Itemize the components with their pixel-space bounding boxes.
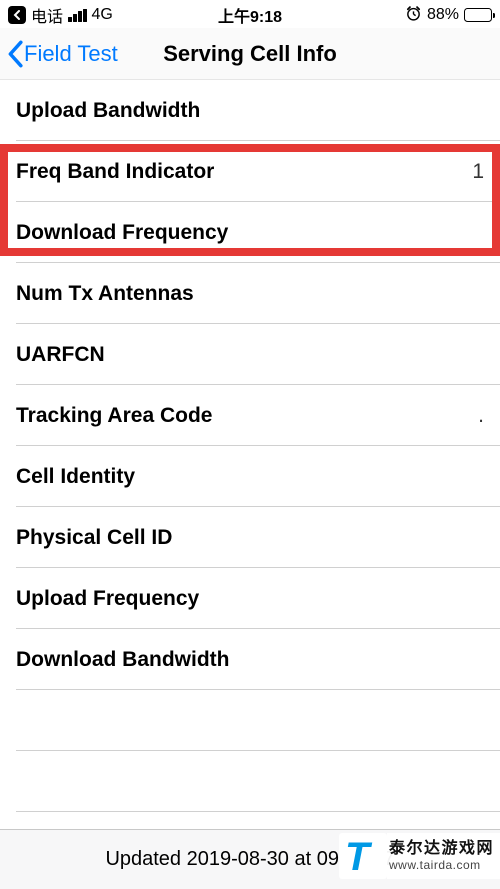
- row-label: Freq Band Indicator: [16, 160, 214, 184]
- row-label: Cell Identity: [16, 465, 135, 489]
- row-freq-band-indicator[interactable]: Freq Band Indicator 1: [0, 141, 500, 202]
- battery-percent: 88%: [427, 6, 459, 24]
- chevron-left-icon: [6, 40, 24, 68]
- status-bar: 电话 4G 上午9:18 88%: [0, 0, 500, 28]
- row-label: Tracking Area Code: [16, 404, 212, 428]
- row-cell-identity[interactable]: Cell Identity: [0, 446, 500, 507]
- row-empty[interactable]: [0, 751, 500, 812]
- back-app-badge[interactable]: [8, 6, 26, 24]
- row-upload-bandwidth[interactable]: Upload Bandwidth: [0, 80, 500, 141]
- network-label: 4G: [92, 6, 113, 24]
- row-label: Download Bandwidth: [16, 648, 229, 672]
- row-upload-frequency[interactable]: Upload Frequency: [0, 568, 500, 629]
- navigation-bar: Field Test Serving Cell Info: [0, 28, 500, 80]
- status-left: 电话 4G: [8, 3, 113, 27]
- row-label: Num Tx Antennas: [16, 282, 194, 306]
- row-physical-cell-id[interactable]: Physical Cell ID: [0, 507, 500, 568]
- back-button[interactable]: Field Test: [0, 40, 118, 68]
- row-download-bandwidth[interactable]: Download Bandwidth: [0, 629, 500, 690]
- row-value: .: [478, 404, 484, 428]
- watermark-logo-letter: T: [345, 837, 369, 877]
- page-title: Serving Cell Info: [163, 41, 337, 67]
- watermark-logo: T: [339, 833, 387, 879]
- row-download-frequency[interactable]: Download Frequency: [0, 202, 500, 263]
- row-label: Physical Cell ID: [16, 526, 172, 550]
- row-label: Upload Frequency: [16, 587, 199, 611]
- watermark: T 泰尔达游戏网 www.tairda.com: [339, 833, 500, 879]
- row-tracking-area-code[interactable]: Tracking Area Code .: [0, 385, 500, 446]
- battery-icon: [464, 8, 492, 22]
- row-empty[interactable]: [0, 690, 500, 751]
- watermark-url: www.tairda.com: [389, 858, 494, 872]
- content[interactable]: Upload Bandwidth Freq Band Indicator 1 D…: [0, 80, 500, 812]
- row-label: UARFCN: [16, 343, 105, 367]
- carrier-label: 电话: [31, 3, 63, 27]
- row-label: Upload Bandwidth: [16, 99, 200, 123]
- watermark-name: 泰尔达游戏网: [389, 840, 494, 858]
- row-label: Download Frequency: [16, 221, 228, 245]
- watermark-text: 泰尔达游戏网 www.tairda.com: [387, 833, 500, 879]
- row-uarfcn[interactable]: UARFCN: [0, 324, 500, 385]
- clock: 上午9:18: [218, 3, 282, 27]
- back-label: Field Test: [24, 41, 118, 67]
- alarm-icon: [405, 5, 422, 26]
- status-right: 88%: [405, 5, 492, 26]
- row-num-tx-antennas[interactable]: Num Tx Antennas: [0, 263, 500, 324]
- signal-icon: [68, 9, 87, 22]
- row-value: 1: [472, 160, 484, 184]
